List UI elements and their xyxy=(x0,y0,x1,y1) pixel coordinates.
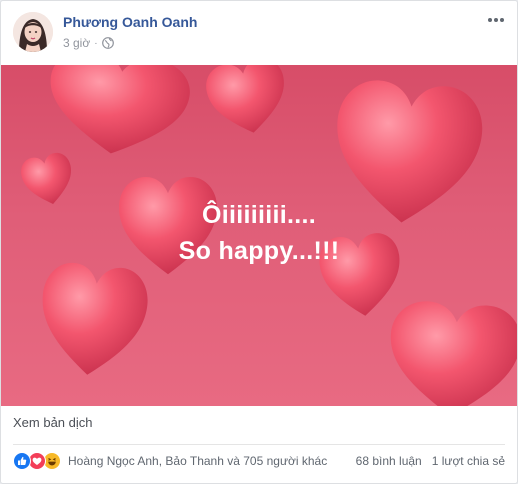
heart-shape xyxy=(202,65,292,140)
meta-separator: · xyxy=(94,37,98,49)
image-caption: Ôiiiiiiiii.... So happy...!!! xyxy=(1,197,517,269)
author-avatar[interactable] xyxy=(13,12,53,52)
feed-post: Phương Oanh Oanh 3 giờ · Ôiiiiiiiii.... … xyxy=(0,0,518,484)
globe-icon[interactable] xyxy=(101,37,114,49)
heart-shape xyxy=(385,298,517,406)
caption-line-2: So happy...!!! xyxy=(178,237,340,265)
reaction-icons[interactable] xyxy=(13,452,61,470)
post-footer: Hoàng Ngọc Anh, Bảo Thanh và 705 người k… xyxy=(13,451,505,471)
more-options-icon[interactable] xyxy=(487,13,505,25)
post-timestamp[interactable]: 3 giờ xyxy=(63,36,90,50)
see-translation-link[interactable]: Xem bản dịch xyxy=(13,415,93,430)
heart-shape xyxy=(35,260,151,381)
caption-line-1: Ôiiiiiiiii.... xyxy=(202,201,316,229)
author-name[interactable]: Phương Oanh Oanh xyxy=(63,14,197,30)
post-image[interactable]: Ôiiiiiiiii.... So happy...!!! xyxy=(1,65,517,406)
engagement-counts: 68 bình luận 1 lượt chia sẻ xyxy=(356,454,505,468)
like-icon xyxy=(13,452,31,470)
heart-shape xyxy=(41,65,194,164)
footer-divider xyxy=(13,444,505,445)
post-meta: 3 giờ · xyxy=(63,35,114,51)
reactors-summary[interactable]: Hoàng Ngọc Anh, Bảo Thanh và 705 người k… xyxy=(68,454,327,468)
post-header: Phương Oanh Oanh 3 giờ · xyxy=(1,1,517,65)
comment-count[interactable]: 68 bình luận xyxy=(356,454,422,468)
avatar-image xyxy=(13,12,53,52)
share-count[interactable]: 1 lượt chia sẻ xyxy=(432,454,505,468)
